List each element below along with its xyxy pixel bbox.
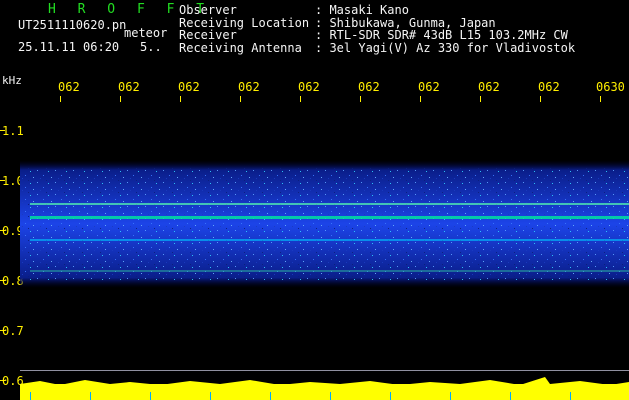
meta-value: : 3el Yagi(V) Az 330 for Vladivostok [315,40,576,55]
unit-label: kHz [2,74,22,87]
x-tick-label: 062 [358,80,380,94]
x-tick-label: 062 [478,80,500,94]
sub-value-label: 5.. [140,40,162,54]
x-tick-label: 0630 [596,80,625,94]
x-tick-label: 062 [178,80,200,94]
meta-key: Receiver [179,28,237,42]
meta-key: Observer [179,3,237,17]
spectrogram-svg [0,96,629,400]
carrier-line-main [30,216,629,219]
x-tick-label: 062 [298,80,320,94]
datetime-label: 25.11.11 06:20 [18,40,120,54]
baseline-rule [20,370,629,371]
x-tick-label: 062 [418,80,440,94]
type-label: meteor [124,26,168,40]
y-tick-marks [0,130,5,381]
x-tick-label: 062 [538,80,560,94]
x-tick-label: 062 [238,80,260,94]
baseline-noise-edge [20,377,629,400]
signal-speckle [20,168,629,280]
x-tick-label: 062 [58,80,80,94]
carrier-line-low [30,270,629,272]
header: H R O F F T UT2511110620.pn meteor 25.11… [0,0,629,74]
carrier-line-upper [30,203,629,205]
metadata-block: Observer: Masaki Kano Receiving Location… [179,4,575,54]
x-tick-label: 062 [118,80,140,94]
meta-key: Receiving Antenna [179,40,302,55]
carrier-line-mid [30,239,629,241]
tick-marks [60,96,601,102]
spectrogram-plot [0,96,629,400]
meta-row-antenna: Receiving Antenna : 3el Yagi(V) Az 330 fo… [179,40,576,55]
filename-label: UT2511110620.pn [18,18,127,32]
